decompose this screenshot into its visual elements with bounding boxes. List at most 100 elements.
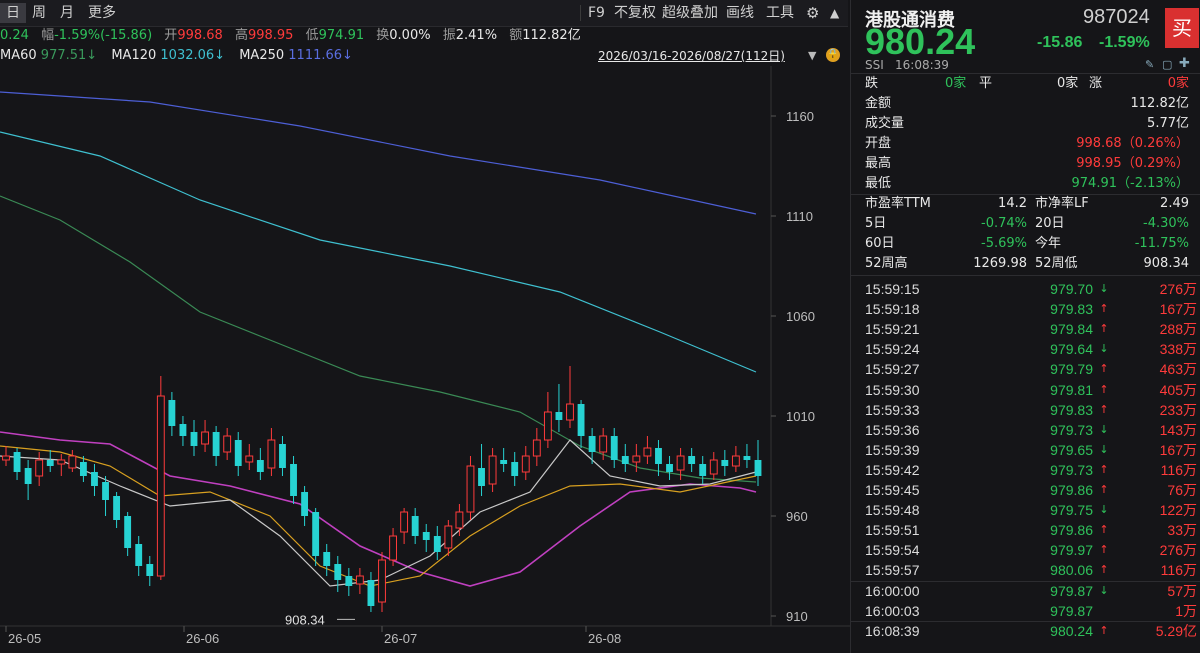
overlay-button[interactable]: 超级叠加	[656, 3, 724, 23]
date-range[interactable]: 2026/03/16-2026/08/27(112日)	[598, 46, 785, 66]
tab-daily[interactable]: 日	[0, 3, 26, 23]
y-tick-label: 1010	[786, 409, 815, 424]
candle	[46, 450, 54, 472]
candle	[466, 456, 475, 520]
open-value: 998.68	[177, 28, 223, 43]
candle-body	[267, 439, 276, 469]
lock-icon[interactable]: 🔒	[826, 48, 840, 62]
tick-row: 15:59:39 979.65 ↓ 167万	[865, 440, 1197, 460]
stat-value: 5.77亿	[1147, 116, 1189, 131]
candle-body	[643, 447, 652, 457]
candle-body	[91, 472, 98, 486]
tab-weekly[interactable]: 周	[26, 3, 52, 23]
x-tick-label: 26-08	[588, 631, 621, 646]
tick-row: 15:59:57 980.06 ↑ 116万	[865, 560, 1197, 580]
candle	[334, 556, 342, 592]
tick-price: 979.83	[1050, 401, 1093, 418]
stat-label: 最低	[865, 176, 892, 191]
tick-volume: 5.29亿	[1155, 622, 1197, 639]
tick-time: 16:08:39	[865, 622, 920, 639]
candle	[743, 444, 751, 468]
tick-time: 15:59:39	[865, 441, 920, 458]
candle	[721, 450, 729, 476]
tick-row: 15:59:27 979.79 ↑ 463万	[865, 359, 1197, 379]
ratio-value: -0.74%	[981, 216, 1027, 231]
price-tail: 0.24	[0, 28, 29, 43]
ratio-label: 市盈率TTM	[865, 196, 931, 211]
candlestick-chart: 1160 1110 1060 1010 960 910 26-05 26-06 26-07 26…	[0, 66, 850, 646]
ratio-label: 20日	[1035, 216, 1065, 231]
dropdown-icon[interactable]: ▼	[808, 46, 816, 66]
ratio-label: 5日	[865, 216, 887, 231]
candle-body	[79, 462, 87, 476]
candle	[643, 436, 652, 464]
arrow-down-icon: ↓	[1099, 342, 1109, 356]
candle-body	[621, 456, 629, 464]
candle	[577, 400, 585, 448]
candle-body	[102, 482, 109, 500]
candle-body	[245, 455, 254, 463]
candle-body	[68, 455, 77, 469]
adjust-button[interactable]: 不复权	[608, 3, 662, 23]
candle-body	[57, 459, 66, 465]
candle-body	[422, 532, 430, 540]
ratio-value: -5.69%	[981, 236, 1027, 251]
tick-row: 15:59:36 979.73 ↓ 143万	[865, 420, 1197, 440]
tick-time: 15:59:21	[865, 321, 920, 338]
draw-line-button[interactable]: 画线	[720, 3, 760, 23]
tab-monthly[interactable]: 月	[54, 3, 80, 23]
arrow-up-icon: ↑	[1099, 623, 1109, 637]
candle	[168, 392, 176, 436]
candle	[245, 444, 254, 470]
candle-body	[676, 455, 685, 471]
arrow-down-icon: ↓	[1099, 282, 1109, 295]
buy-button[interactable]: 买	[1165, 8, 1199, 48]
candle-body	[488, 455, 497, 485]
candle	[212, 426, 220, 466]
ratio-value: 1269.98	[973, 256, 1027, 271]
candle-body	[113, 496, 121, 520]
toolbar-divider	[580, 5, 581, 21]
arrow-up-icon: ↑	[1099, 523, 1109, 537]
chevron-up-icon[interactable]: ▲	[824, 3, 845, 23]
tick-price: 979.87	[1050, 582, 1093, 599]
quote-panel: 港股通消费 987024 买 980.24 -15.86 -1.59% SSI …	[850, 0, 1200, 653]
tick-price: 979.70	[1050, 281, 1093, 297]
tab-more[interactable]: 更多	[82, 3, 122, 23]
ratio-row: 60日 -5.69% 今年 -11.75%	[865, 234, 1195, 254]
box-icon[interactable]: ▢	[1162, 58, 1172, 71]
stat-row: 开盘 998.68（0.26%）	[865, 134, 1195, 154]
quote-time: 16:08:39	[895, 58, 949, 72]
tick-price: 979.86	[1050, 522, 1093, 539]
candle-body	[699, 464, 707, 476]
arrow-down-icon: ↓	[1099, 503, 1109, 517]
tick-row: 15:59:42 979.73 ↑ 116万	[865, 460, 1197, 480]
tools-button[interactable]: 工具	[760, 3, 800, 23]
tick-time: 15:59:45	[865, 482, 920, 498]
ratio-label: 52周高	[865, 256, 908, 271]
candle	[444, 520, 453, 556]
moving-average-legend: MA60 977.51↓ MA120 1032.06↓ MA250 1111.6…	[0, 46, 848, 66]
ma60-value: 977.51↓	[40, 48, 98, 63]
turnover-label: 换	[376, 28, 390, 43]
y-tick-label: 1160	[786, 109, 814, 124]
f9-button[interactable]: F9	[582, 3, 611, 23]
y-tick-label: 910	[786, 609, 808, 624]
candle-body	[400, 511, 409, 533]
y-tick-label: 1110	[786, 209, 813, 224]
candle	[57, 454, 66, 476]
settings-gear-icon[interactable]: ⚙	[800, 3, 825, 23]
low-value: 974.91	[318, 28, 365, 43]
ratios-block: 市盈率TTM 14.2 市净率LF 2.49 5日 -0.74% 20日 -4.30% 60日 -…	[851, 194, 1200, 274]
edit-icon[interactable]: ✎	[1145, 58, 1154, 71]
candle	[124, 512, 132, 556]
add-icon[interactable]: ✚	[1179, 56, 1190, 71]
candle	[312, 508, 320, 566]
ratio-label: 市净率LF	[1035, 196, 1089, 211]
candle	[566, 366, 574, 428]
candle	[731, 446, 740, 472]
candle-body	[666, 464, 673, 472]
tick-volume: 233万	[1159, 401, 1197, 418]
tick-time: 15:59:30	[865, 381, 920, 398]
tick-volume: 463万	[1159, 361, 1197, 378]
